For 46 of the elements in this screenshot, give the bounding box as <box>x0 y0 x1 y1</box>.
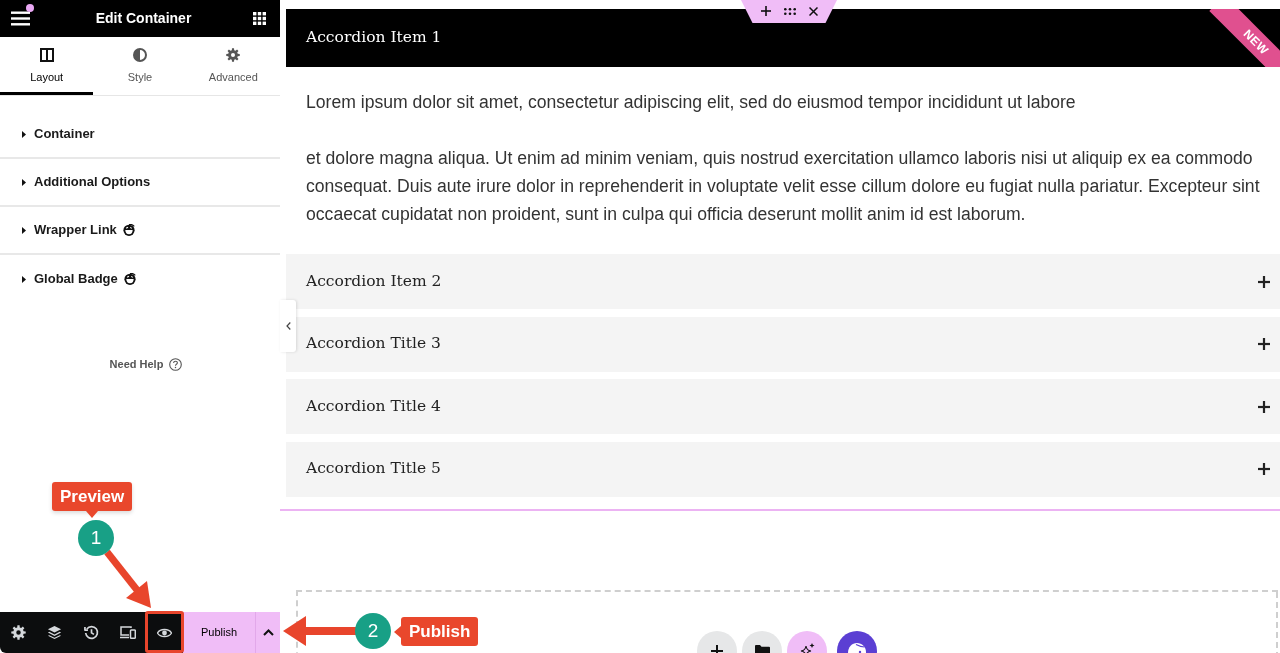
panel-title: Edit Container <box>94 9 193 28</box>
gear-icon <box>226 47 241 62</box>
accordion-header[interactable]: Accordion Title 4 <box>286 379 1280 434</box>
body-text: et dolore magna aliqua. Ut enim ad minim veniam, quis nostrud exercitation ullamco laboris nisi ut aliquip ex ea commodo consequat. Duis aute irure dolor in reprehenderit in voluptate velit esse cillum dolore eu fugiat nulla pariatur. Excepteur sint occaecat cupidatat non proident, sunt in culpa qui officia deserunt mollit anim id est laborum. <box>306 147 1261 226</box>
accordion-header[interactable]: Accordion Title 5 <box>286 441 1280 497</box>
publish-options-button[interactable] <box>255 612 280 653</box>
history-icon <box>84 625 99 640</box>
grid-icon <box>253 12 266 25</box>
eye-icon <box>157 627 173 638</box>
chevron-left-icon <box>285 322 291 330</box>
layers-icon <box>47 625 63 640</box>
menu-icon <box>11 11 30 26</box>
accordion-header[interactable]: Accordion Item 2 <box>286 254 1280 309</box>
callout-label: Preview <box>52 482 133 518</box>
contrast-icon <box>133 47 147 62</box>
callout-label: Publish <box>394 617 479 646</box>
publish-button[interactable]: Publish <box>183 612 255 653</box>
section-header[interactable]: Global Badge <box>22 269 136 289</box>
help-icon <box>169 357 183 371</box>
tab[interactable]: Layout <box>0 37 94 95</box>
plus-icon <box>1258 275 1270 288</box>
devices-icon <box>120 626 137 639</box>
chevron-up-icon <box>262 629 274 636</box>
body-text: Lorem ipsum dolor sit amet, consectetur adipiscing elit, sed do eiusmod tempor incididunt ut labore <box>306 91 1077 114</box>
plus-icon[interactable] <box>760 6 771 16</box>
sparkle-icon <box>799 643 815 653</box>
tab[interactable]: Advanced <box>186 37 280 95</box>
layout-icon <box>39 47 54 62</box>
apps-button[interactable] <box>253 11 267 26</box>
close-icon[interactable] <box>808 6 818 16</box>
menu-button[interactable] <box>11 10 30 27</box>
arrow <box>104 549 151 608</box>
section-header[interactable]: Wrapper Link <box>22 220 135 240</box>
section-header[interactable]: Additional Options <box>22 172 151 192</box>
plus-icon <box>1258 400 1270 413</box>
tab[interactable]: Style <box>93 37 187 95</box>
drag-handle-icon[interactable] <box>783 7 796 15</box>
highlight-frame <box>145 611 184 653</box>
plus-icon <box>1258 463 1270 475</box>
help-link[interactable]: Need Help <box>109 356 183 373</box>
settings-icon <box>10 625 26 640</box>
plus-icon <box>711 644 723 653</box>
accordion-header[interactable]: Accordion Title 3 <box>286 316 1280 372</box>
plus-icon <box>1258 338 1270 350</box>
folder-icon <box>754 644 770 653</box>
section-header[interactable]: Container <box>22 124 95 144</box>
